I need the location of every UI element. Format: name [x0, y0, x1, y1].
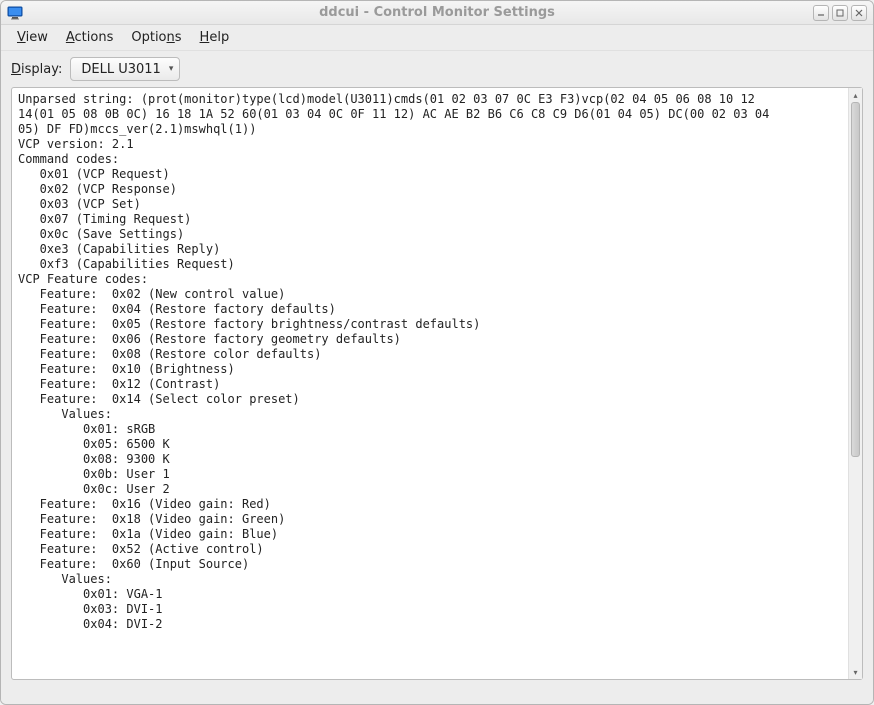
- display-label: Display:: [11, 62, 62, 77]
- app-window: ddcui - Control Monitor Settings View Ac…: [0, 0, 874, 705]
- titlebar: ddcui - Control Monitor Settings: [1, 1, 873, 25]
- minimize-button[interactable]: [813, 5, 829, 21]
- window-title: ddcui - Control Monitor Settings: [1, 5, 873, 20]
- capabilities-text[interactable]: Unparsed string: (prot(monitor)type(lcd)…: [12, 88, 848, 679]
- scroll-thumb[interactable]: [851, 102, 860, 457]
- menu-label: Actions: [66, 30, 114, 45]
- scroll-up-button[interactable]: ▴: [849, 88, 862, 102]
- scroll-down-button[interactable]: ▾: [849, 665, 862, 679]
- capabilities-panel: Unparsed string: (prot(monitor)type(lcd)…: [11, 87, 863, 680]
- display-selected: DELL U3011: [81, 62, 160, 77]
- menu-help[interactable]: Help: [192, 27, 238, 48]
- app-icon: [7, 5, 23, 21]
- menu-label: Options: [131, 30, 181, 45]
- toolbar: Display: DELL U3011 ▾: [1, 51, 873, 87]
- content-area: Unparsed string: (prot(monitor)type(lcd)…: [1, 87, 873, 690]
- menu-view[interactable]: View: [9, 27, 56, 48]
- menu-label: Help: [200, 30, 230, 45]
- scrollbar-vertical[interactable]: ▴ ▾: [848, 88, 862, 679]
- close-button[interactable]: [851, 5, 867, 21]
- chevron-down-icon: ▾: [169, 64, 174, 74]
- menu-options[interactable]: Options: [123, 27, 189, 48]
- menu-label: View: [17, 30, 48, 45]
- display-combobox[interactable]: DELL U3011 ▾: [70, 57, 180, 81]
- menu-actions[interactable]: Actions: [58, 27, 122, 48]
- statusbar: [1, 690, 873, 704]
- menubar: View Actions Options Help: [1, 25, 873, 51]
- maximize-button[interactable]: [832, 5, 848, 21]
